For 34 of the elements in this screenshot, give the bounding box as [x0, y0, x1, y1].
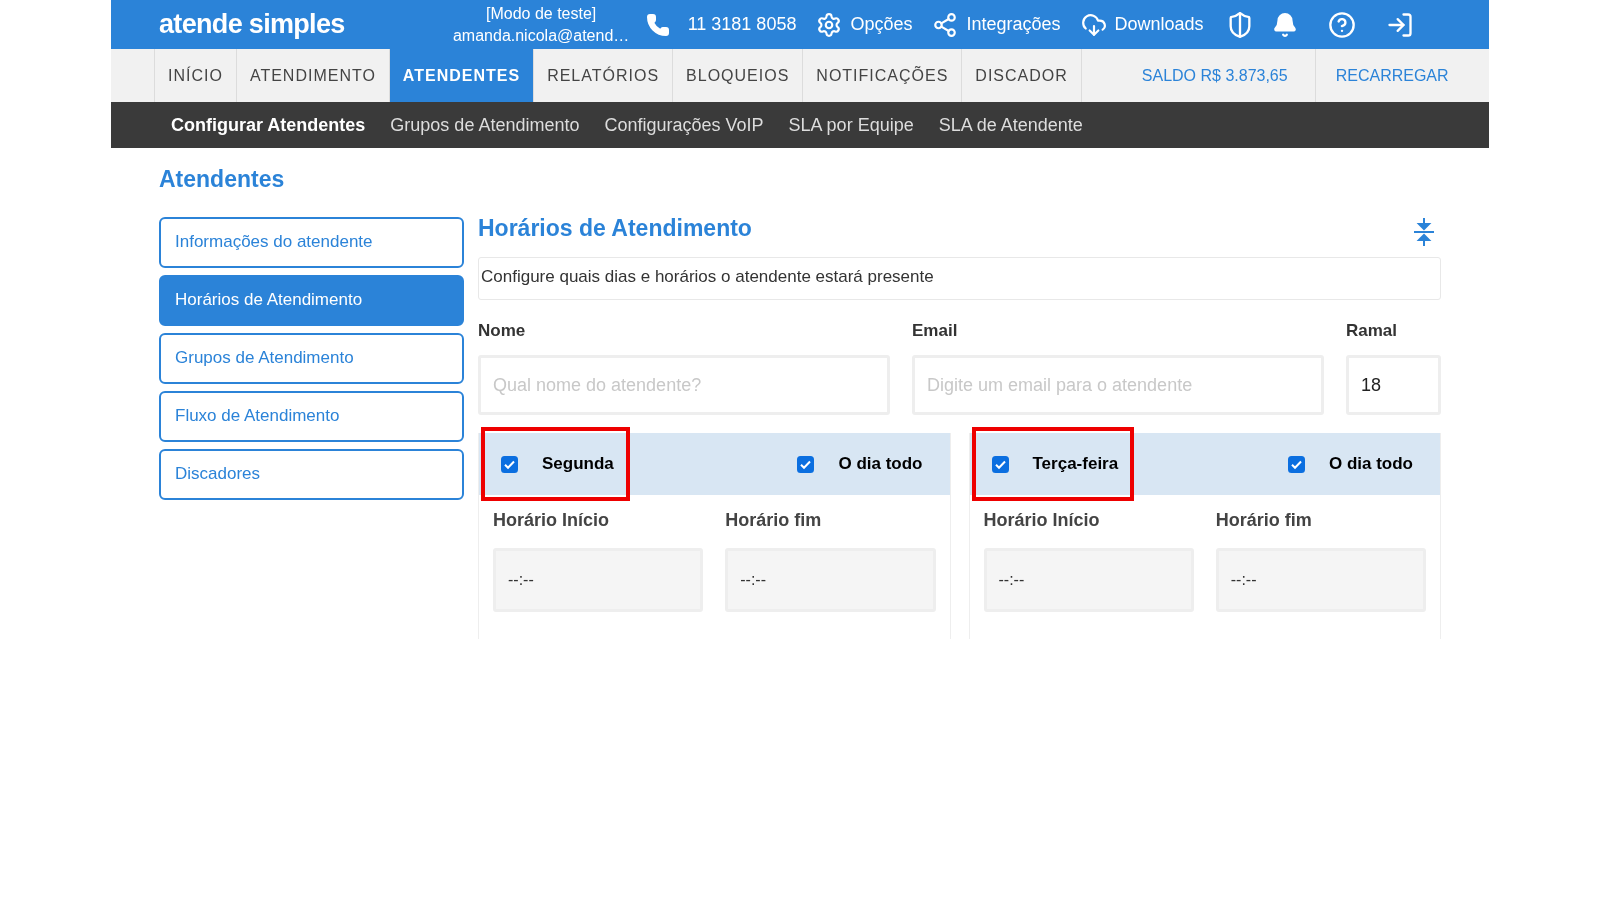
mode-label: [Modo de teste]	[486, 3, 597, 24]
day-name: Terça-feira	[1032, 453, 1119, 476]
header-link[interactable]: Downloads	[1080, 11, 1204, 38]
input-field[interactable]: 18	[1346, 355, 1441, 415]
time-label: Horário fim	[725, 509, 823, 532]
sub-nav-link[interactable]: SLA por Equipe	[788, 111, 914, 139]
header-link[interactable]: Integrações	[932, 11, 1061, 38]
sub-nav-link[interactable]: SLA de Atendente	[938, 111, 1083, 139]
sub-nav-link[interactable]: Grupos de Atendimento	[390, 111, 580, 139]
logo: atende simples	[159, 8, 345, 42]
time-label: Horário fim	[1215, 509, 1313, 532]
description-box: Configure quais dias e horários o atendente estará presente	[478, 256, 1441, 300]
time-label: Horário Início	[983, 509, 1101, 532]
phone-number: 11 3181 8058	[687, 13, 797, 36]
nav-tab[interactable]: ATENDENTES	[388, 49, 534, 102]
sub-nav-link[interactable]: Configurar Atendentes	[171, 111, 366, 139]
sidebar-item[interactable]: Informações do atendente	[159, 216, 464, 268]
user-email: amanda.nicola@atend…	[452, 25, 630, 46]
sidebar-item[interactable]: Horários de Atendimento	[159, 274, 464, 326]
header-link[interactable]: Opções	[816, 11, 913, 38]
balance-link[interactable]: SALDO R$ 3.873,65	[1141, 63, 1288, 88]
time-label: Horário Início	[493, 509, 610, 532]
field-label: Email	[912, 319, 959, 342]
day-name: Segunda	[542, 453, 614, 476]
sub-nav-link[interactable]: Configurações VoIP	[604, 111, 764, 139]
sidebar-item[interactable]: Fluxo de Atendimento	[159, 390, 464, 442]
section-title: Horários de Atendimento	[478, 213, 752, 243]
all-day-label: O dia todo	[838, 453, 923, 476]
sidebar-item[interactable]: Grupos de Atendimento	[159, 332, 464, 384]
all-day-label: O dia todo	[1328, 453, 1413, 476]
sidebar-item[interactable]: Discadores	[159, 448, 464, 500]
field-label: Nome	[478, 319, 527, 342]
page-title: Atendentes	[159, 165, 286, 194]
field-label: Ramal	[1346, 319, 1399, 342]
